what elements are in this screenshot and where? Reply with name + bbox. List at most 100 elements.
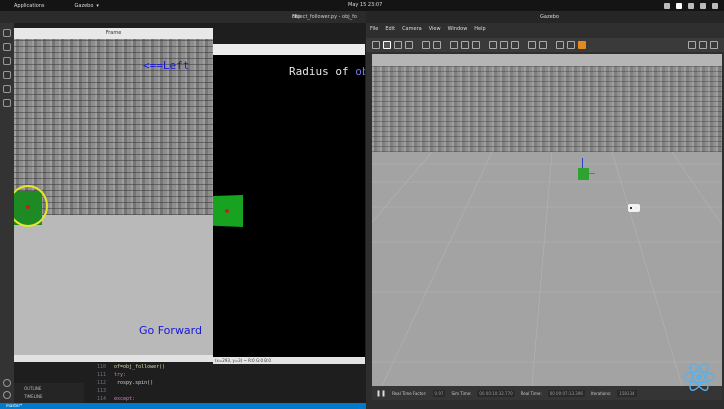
network-icon[interactable] xyxy=(688,2,694,9)
rtf-value: 0.97 xyxy=(432,389,446,397)
vscode-titlebar: File object_follower.py - obj_fo xyxy=(0,11,366,23)
remote-icon[interactable] xyxy=(3,99,11,107)
search-icon[interactable] xyxy=(3,43,11,51)
gazebo-3d-viewport[interactable] xyxy=(372,54,722,386)
settings-gear-icon[interactable] xyxy=(3,391,11,399)
paste-icon[interactable] xyxy=(539,41,547,49)
code-editor[interactable]: 110 of=obj_follower() 111 try: 112 rospy.spi… xyxy=(84,363,366,409)
menu-file[interactable]: File xyxy=(370,26,378,32)
code-line[interactable]: 110 of=obj_follower() xyxy=(84,363,366,371)
applications-menu[interactable]: Applications xyxy=(14,3,45,9)
menu-view[interactable]: View xyxy=(429,26,441,32)
gazebo-window: Gazebo File Edit Camera View Window Help xyxy=(366,11,724,409)
code-text: rospy.spin() xyxy=(114,380,154,386)
screenshot-icon[interactable] xyxy=(688,41,696,49)
source-control-icon[interactable] xyxy=(3,57,11,65)
real-time-value: 00 00:07:13.396 xyxy=(547,389,585,397)
vscode-window-title: object_follower.py - obj_fo xyxy=(292,14,357,20)
active-app-label: Gazebo xyxy=(74,2,94,9)
gazebo-ground-plane xyxy=(372,152,722,386)
pixel-status: (x=293, y=3) ~ R:0 G:0 B:0 xyxy=(213,357,365,364)
code-text: except: xyxy=(114,396,136,402)
gazebo-titlebar: Gazebo xyxy=(366,11,724,23)
menu-camera[interactable]: Camera xyxy=(402,26,422,32)
line-number: 113 xyxy=(96,388,106,394)
frame-window-bottom xyxy=(14,355,213,362)
select-mode-icon[interactable] xyxy=(372,41,380,49)
snap-icon[interactable] xyxy=(567,41,575,49)
code-text: try: xyxy=(114,372,127,378)
directional-light-icon[interactable] xyxy=(511,41,519,49)
gazebo-window-title: Gazebo xyxy=(540,14,559,20)
z-axis-marker xyxy=(582,158,583,168)
dropbox-icon[interactable] xyxy=(676,2,682,9)
green-box-model[interactable] xyxy=(578,168,589,180)
camera-frame-view: <==Left Go Forward xyxy=(14,39,213,355)
code-line[interactable]: 112 rospy.spin() xyxy=(84,379,366,387)
direction-overlay: <==Left xyxy=(143,59,190,72)
scale-mode-icon[interactable] xyxy=(405,41,413,49)
cylinder-shape-icon[interactable] xyxy=(472,41,480,49)
copy-icon[interactable] xyxy=(528,41,536,49)
outline-section[interactable]: OUTLINE xyxy=(24,386,84,391)
code-line[interactable]: 114 except: xyxy=(84,395,366,403)
box-shape-icon[interactable] xyxy=(450,41,458,49)
sphere-shape-icon[interactable] xyxy=(461,41,469,49)
timeline-section[interactable]: TIMELINE xyxy=(24,394,84,399)
iterations-value: 158134 xyxy=(617,389,637,397)
robot-model[interactable] xyxy=(628,204,640,212)
change-view-icon[interactable] xyxy=(578,41,586,49)
sim-time-label: Sim Time: xyxy=(451,390,472,396)
spot-light-icon[interactable] xyxy=(500,41,508,49)
mask-window-title xyxy=(213,44,365,55)
align-icon[interactable] xyxy=(556,41,564,49)
undo-icon[interactable] xyxy=(422,41,430,49)
line-number: 110 xyxy=(96,364,106,370)
code-line[interactable]: 111 try: xyxy=(84,371,366,379)
frame-window-title: Frame xyxy=(14,28,213,39)
sidebar-panels: OUTLINE TIMELINE xyxy=(14,383,84,403)
menu-help[interactable]: Help xyxy=(474,26,485,32)
sky xyxy=(372,54,722,66)
active-app-menu[interactable]: Gazebo ▾ xyxy=(75,3,99,9)
volume-icon[interactable] xyxy=(700,2,706,9)
gazebo-time-panel: ❚❚ Real Time Factor: 0.97 Sim Time: 00 0… xyxy=(372,386,722,400)
command-overlay: Go Forward xyxy=(139,324,202,337)
radius-label-tail: ob xyxy=(355,65,365,78)
git-branch-status[interactable]: master* xyxy=(6,403,22,409)
atom-logo-icon xyxy=(683,363,715,391)
rotate-mode-icon[interactable] xyxy=(394,41,402,49)
line-number: 114 xyxy=(96,396,106,402)
record-icon[interactable] xyxy=(710,41,718,49)
account-icon[interactable] xyxy=(3,379,11,387)
radius-label: Radius of xyxy=(289,65,356,78)
menu-edit[interactable]: Edit xyxy=(385,26,395,32)
real-time-label: Real Time: xyxy=(520,390,542,396)
x-axis-marker xyxy=(587,173,595,174)
gazebo-brick-wall xyxy=(372,66,722,152)
mask-view: Radius of ob xyxy=(213,55,365,357)
line-number: 111 xyxy=(96,372,106,378)
explorer-icon[interactable] xyxy=(3,29,11,37)
ground-grid xyxy=(372,152,722,386)
run-debug-icon[interactable] xyxy=(3,71,11,79)
line-number: 112 xyxy=(96,380,106,386)
clock[interactable]: May 15 23:07 xyxy=(348,2,382,8)
code-line[interactable]: 113 xyxy=(84,387,366,395)
point-light-icon[interactable] xyxy=(489,41,497,49)
sim-time-value: 00 00:10:32.770 xyxy=(477,389,515,397)
translate-mode-icon[interactable] xyxy=(383,41,391,49)
redo-icon[interactable] xyxy=(433,41,441,49)
extensions-icon[interactable] xyxy=(3,85,11,93)
pause-icon[interactable]: ❚❚ xyxy=(376,390,386,397)
rtf-label: Real Time Factor: xyxy=(392,390,427,396)
gazebo-toolbar xyxy=(366,38,724,52)
code-text: of=obj_follower() xyxy=(114,364,166,370)
log-icon[interactable] xyxy=(699,41,707,49)
frame-window: Frame <==Left Go Forward xyxy=(14,28,213,362)
tray-app-icon[interactable] xyxy=(664,2,670,9)
power-icon[interactable] xyxy=(712,2,718,9)
mask-window: Radius of ob (x=293, y=3) ~ R:0 G:0 B:0 xyxy=(213,44,365,364)
menu-window[interactable]: Window xyxy=(448,26,468,32)
mask-centroid-marker xyxy=(225,209,229,213)
